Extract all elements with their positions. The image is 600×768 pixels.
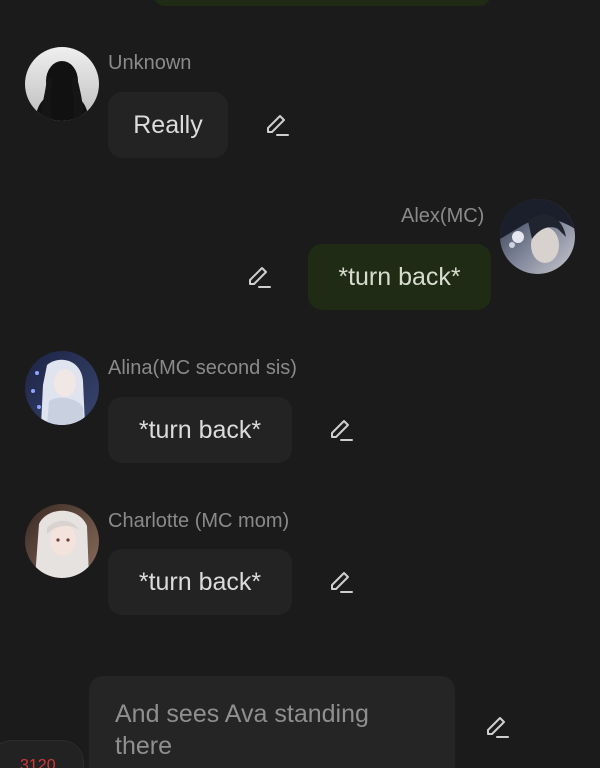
edit-pencil-icon[interactable] <box>327 568 355 596</box>
message-text: *turn back* <box>338 262 461 291</box>
message-bubble[interactable]: *turn back* <box>108 549 292 615</box>
pending-message-bubble[interactable]: And sees Ava standing there <box>89 676 455 768</box>
edit-pencil-icon[interactable] <box>245 263 273 291</box>
message-bubble[interactable]: *turn back* <box>108 397 292 463</box>
message-text: *turn back* <box>138 415 262 444</box>
avatar-unknown[interactable] <box>25 47 99 121</box>
message-bubble[interactable]: Really <box>108 92 228 158</box>
previous-message-bubble[interactable] <box>153 0 491 6</box>
message-counter: 3120 <box>20 757 56 768</box>
avatar-alex[interactable] <box>500 199 575 274</box>
avatar-charlotte[interactable] <box>25 504 99 578</box>
chat-screen: Unknown Really Alex(MC) *turn back* Alin… <box>0 0 600 768</box>
sender-name: Alina(MC second sis) <box>108 357 297 379</box>
pending-message-text: And sees Ava standing there <box>115 700 369 760</box>
avatar-alina[interactable] <box>25 351 99 425</box>
edit-pencil-icon[interactable] <box>263 111 291 139</box>
edit-pencil-icon[interactable] <box>483 713 511 741</box>
message-text: Really <box>133 110 203 139</box>
edit-pencil-icon[interactable] <box>327 416 355 444</box>
sender-name: Unknown <box>108 52 192 74</box>
message-text: *turn back* <box>138 567 262 596</box>
message-bubble-user[interactable]: *turn back* <box>308 244 491 310</box>
sender-name: Alex(MC) <box>401 205 485 227</box>
sender-name: Charlotte (MC mom) <box>108 510 290 532</box>
